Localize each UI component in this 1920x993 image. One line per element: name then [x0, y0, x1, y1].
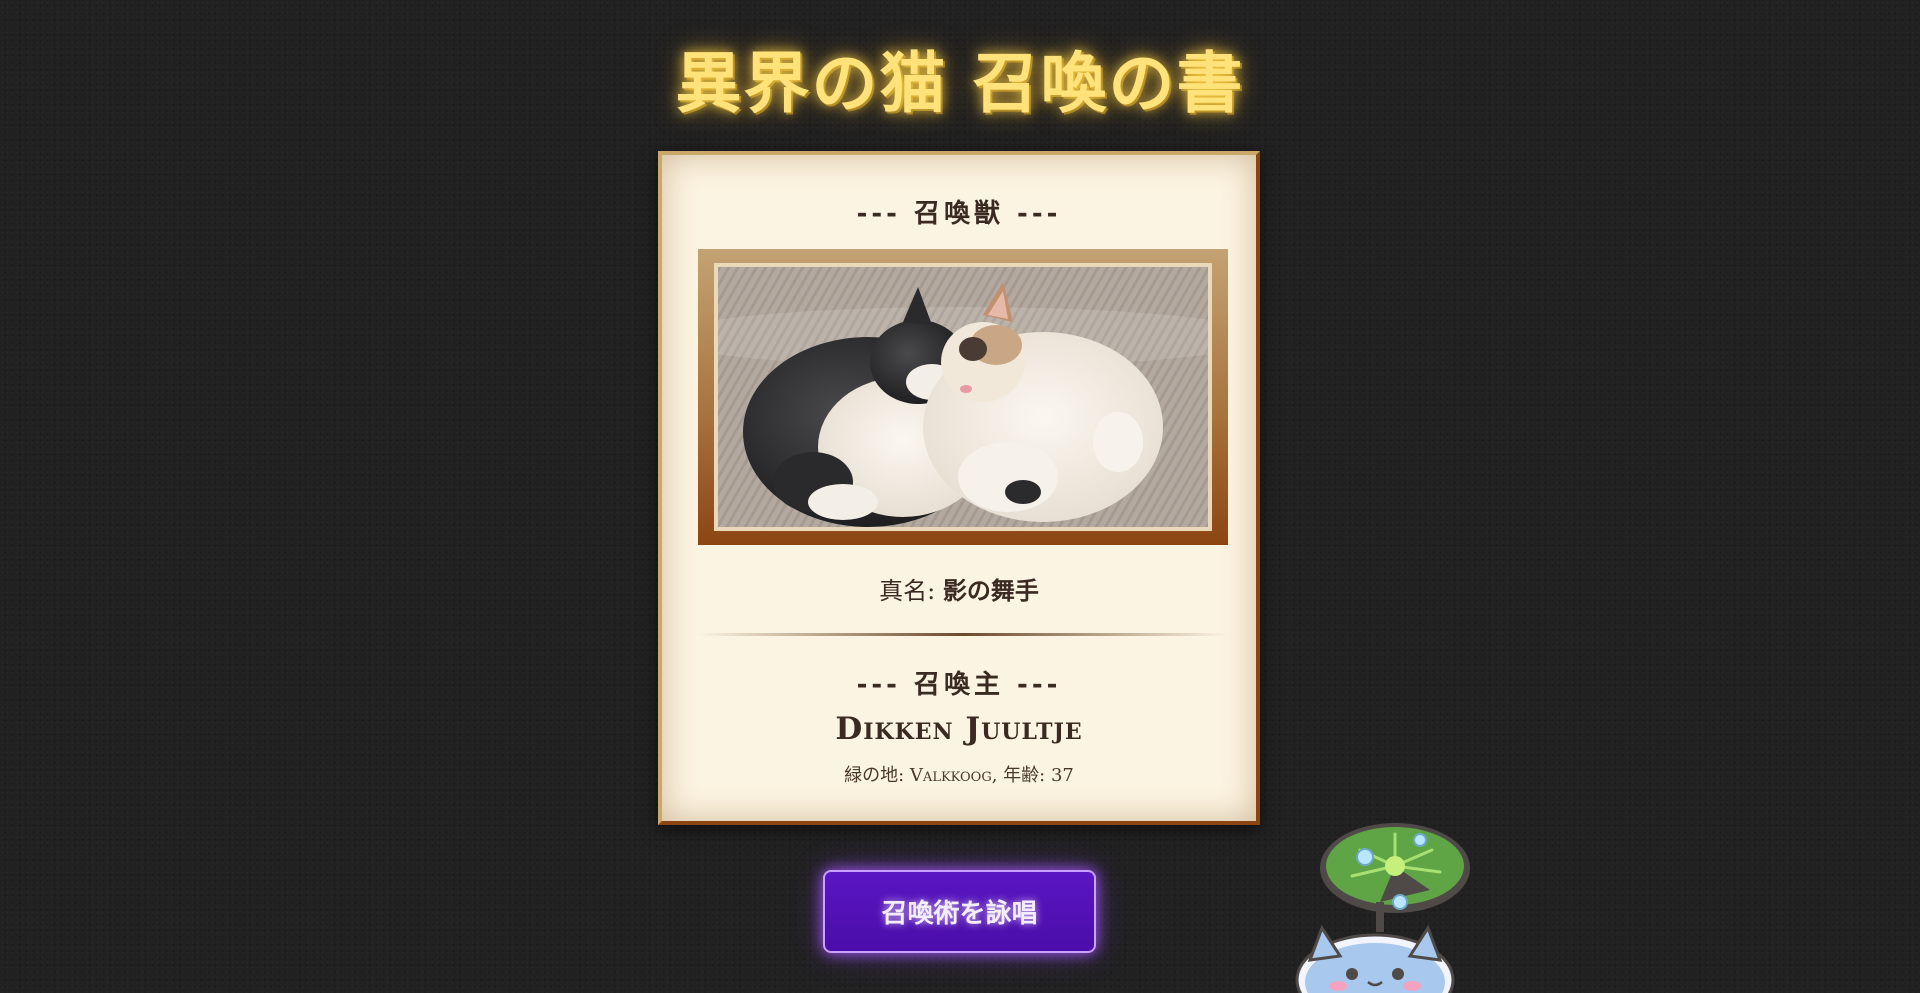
- frog-lily-pad-icon: [1295, 823, 1470, 993]
- cat-photo-frame: [698, 249, 1228, 545]
- cat-photo-inner: [714, 263, 1212, 531]
- summoner-heading: --- 召喚主 ---: [856, 670, 1062, 700]
- summon-button[interactable]: 召喚術を詠唱: [823, 870, 1096, 953]
- true-name-line: 真名: 影の舞手: [662, 571, 1256, 606]
- summoner-meta: 緑の地: Valkkoog, 年齢: 37: [844, 765, 1074, 786]
- section-divider: [698, 633, 1228, 636]
- summoner-name: Dikken Juultje: [835, 711, 1083, 747]
- true-name-value: 影の舞手: [942, 576, 1039, 605]
- summon-card: --- 召喚獣 --- 真名: 影の舞手 --- 召喚主 --- Dikken …: [658, 151, 1260, 825]
- creature-heading: --- 召喚獣 ---: [856, 199, 1062, 229]
- cat-photo: [718, 267, 1208, 527]
- true-name-label: 真名:: [879, 577, 936, 605]
- page-title: 異界の猫 召喚の書: [675, 45, 1245, 122]
